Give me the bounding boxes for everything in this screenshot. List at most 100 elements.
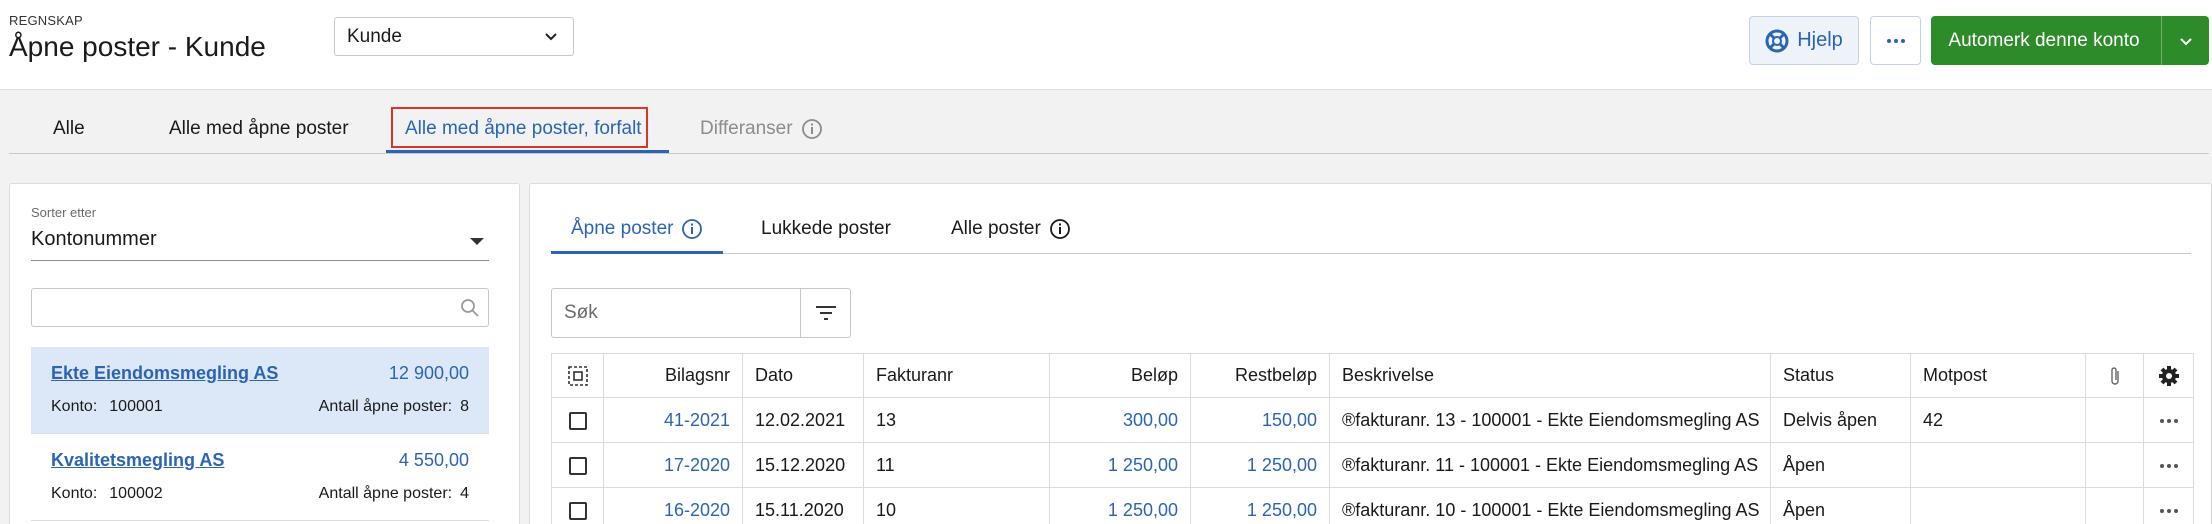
- lifebuoy-icon: [1765, 29, 1789, 52]
- cell-fakturanr: 13: [863, 397, 1050, 443]
- cell-status: Delvis åpen: [1770, 397, 1911, 443]
- cell-dato: 15.12.2020: [742, 442, 864, 488]
- automark-label: Automerk denne konto: [1948, 29, 2140, 51]
- customer-item[interactable]: Ekte Eiendomsmegling AS 12 900,00 Konto:…: [31, 347, 489, 433]
- ledger-type-value: Kunde: [347, 25, 402, 47]
- cell-restbelop: 1 250,00: [1190, 442, 1330, 488]
- col-beskrivelse[interactable]: Beskrivelse: [1329, 353, 1771, 398]
- table-settings-cell[interactable]: [2143, 353, 2194, 398]
- sort-select[interactable]: Kontonummer: [31, 228, 157, 251]
- col-bilagsnr[interactable]: Bilagsnr: [603, 353, 743, 398]
- cell-motpost: 42: [1910, 397, 2086, 443]
- col-fakturanr[interactable]: Fakturanr: [863, 353, 1050, 398]
- customer-open-count: Antall åpne poster: 8: [318, 398, 469, 415]
- customer-open-count: Antall åpne poster: 4: [318, 485, 469, 502]
- select-all-icon: [567, 365, 588, 386]
- col-status[interactable]: Status: [1770, 353, 1911, 398]
- row-checkbox-cell[interactable]: [551, 442, 604, 488]
- cell-attachment: [2085, 442, 2144, 488]
- tab-all[interactable]: Alle: [53, 118, 85, 140]
- customer-amount: 12 900,00: [388, 363, 469, 383]
- customer-amount: 4 550,00: [398, 450, 469, 470]
- col-attachment: [2085, 353, 2144, 398]
- ledger-type-select[interactable]: Kunde: [334, 17, 574, 56]
- row-checkbox[interactable]: [568, 501, 587, 520]
- cell-dato: 12.02.2021: [742, 397, 864, 443]
- row-checkbox-cell[interactable]: [551, 397, 604, 443]
- cell-motpost: [1910, 442, 2086, 488]
- search-placeholder: Søk: [564, 302, 598, 323]
- ellipsis-icon[interactable]: [2159, 463, 2178, 468]
- tab-open-entries[interactable]: Åpne poster: [571, 218, 703, 240]
- chevron-down-icon: [2179, 37, 2192, 45]
- module-label: REGNSKAP: [9, 13, 83, 28]
- cell-beskrivelse: ®fakturanr. 13 - 100001 - Ekte Eiendomsm…: [1329, 397, 1771, 443]
- voucher-link[interactable]: 17-2020: [603, 442, 743, 488]
- select-all-cell[interactable]: [551, 353, 604, 398]
- entries-panel: Åpne poster Lukkede poster Alle poster S…: [529, 183, 2212, 524]
- sort-label: Sorter etter: [31, 205, 97, 220]
- cell-fakturanr: 10: [863, 487, 1050, 524]
- customer-account: Konto: 100001: [51, 398, 163, 415]
- divider: [31, 520, 489, 521]
- cell-beskrivelse: ®fakturanr. 11 - 100001 - Ekte Eiendomsm…: [1329, 442, 1771, 488]
- cell-attachment: [2085, 487, 2144, 524]
- col-motpost[interactable]: Motpost: [1910, 353, 2086, 398]
- entries-search-input[interactable]: Søk: [551, 288, 801, 338]
- row-checkbox[interactable]: [568, 456, 587, 475]
- col-restbelop[interactable]: Restbeløp: [1190, 353, 1330, 398]
- info-icon: [682, 219, 703, 239]
- row-menu-cell[interactable]: [2143, 442, 2194, 488]
- table-row[interactable]: 41-2021 12.02.2021 13 300,00 150,00 ®fak…: [551, 397, 2194, 443]
- cell-dato: 15.11.2020: [742, 487, 864, 524]
- tab-open-entries-label: Åpne poster: [571, 218, 674, 239]
- info-icon: [801, 119, 822, 139]
- table-header-row: Bilagsnr Dato Fakturanr Beløp Restbeløp …: [551, 353, 2194, 398]
- tab-closed-entries[interactable]: Lukkede poster: [761, 218, 891, 240]
- help-button[interactable]: Hjelp: [1749, 16, 1859, 65]
- customer-item[interactable]: Kvalitetsmegling AS 4 550,00 Konto: 10000…: [31, 434, 489, 520]
- tab-all-entries-label: Alle poster: [951, 218, 1041, 239]
- entries-table: Bilagsnr Dato Fakturanr Beløp Restbeløp …: [551, 353, 2194, 524]
- filter-tabs: Alle Alle med åpne poster Alle med åpne …: [9, 110, 2209, 154]
- row-checkbox-cell[interactable]: [551, 487, 604, 524]
- help-label: Hjelp: [1797, 29, 1843, 51]
- more-actions-button[interactable]: [1870, 16, 1921, 65]
- customer-name[interactable]: Ekte Eiendomsmegling AS: [51, 363, 291, 384]
- tab-differences[interactable]: Differanser: [700, 118, 823, 140]
- customer-name[interactable]: Kvalitetsmegling AS: [51, 450, 291, 471]
- search-icon: [461, 299, 479, 317]
- cell-belop: 300,00: [1049, 397, 1191, 443]
- tab-highlight-box: [391, 107, 648, 148]
- entry-tabs: Åpne poster Lukkede poster Alle poster: [551, 206, 2191, 254]
- page-header: REGNSKAP Åpne poster - Kunde Kunde Hjelp…: [0, 0, 2212, 90]
- automark-account-button[interactable]: Automerk denne konto: [1931, 16, 2209, 65]
- row-menu-cell[interactable]: [2143, 397, 2194, 443]
- cell-fakturanr: 11: [863, 442, 1050, 488]
- row-menu-cell[interactable]: [2143, 487, 2194, 524]
- voucher-link[interactable]: 16-2020: [603, 487, 743, 524]
- filter-button[interactable]: [800, 288, 851, 338]
- ellipsis-icon[interactable]: [2159, 508, 2178, 513]
- sort-underline: [31, 260, 489, 261]
- row-checkbox[interactable]: [568, 411, 587, 430]
- cell-restbelop: 1 250,00: [1190, 487, 1330, 524]
- customer-account: Konto: 100002: [51, 485, 163, 502]
- col-belop[interactable]: Beløp: [1049, 353, 1191, 398]
- tab-all-entries[interactable]: Alle poster: [951, 218, 1071, 240]
- cell-attachment: [2085, 397, 2144, 443]
- caret-down-icon[interactable]: [470, 238, 484, 245]
- customer-search-input[interactable]: [31, 288, 489, 327]
- cell-beskrivelse: ®fakturanr. 10 - 100001 - Ekte Eiendomsm…: [1329, 487, 1771, 524]
- chevron-down-icon: [545, 33, 557, 41]
- automark-split-toggle[interactable]: [2161, 16, 2209, 65]
- cell-status: Åpen: [1770, 442, 1911, 488]
- tab-all-open[interactable]: Alle med åpne poster: [169, 118, 349, 140]
- voucher-link[interactable]: 41-2021: [603, 397, 743, 443]
- col-dato[interactable]: Dato: [742, 353, 864, 398]
- table-row[interactable]: 16-2020 15.11.2020 10 1 250,00 1 250,00 …: [551, 487, 2194, 524]
- ellipsis-icon[interactable]: [2159, 418, 2178, 423]
- filter-icon: [815, 306, 836, 320]
- table-row[interactable]: 17-2020 15.12.2020 11 1 250,00 1 250,00 …: [551, 442, 2194, 488]
- customer-list-panel: Sorter etter Kontonummer Ekte Eiendomsme…: [9, 183, 520, 524]
